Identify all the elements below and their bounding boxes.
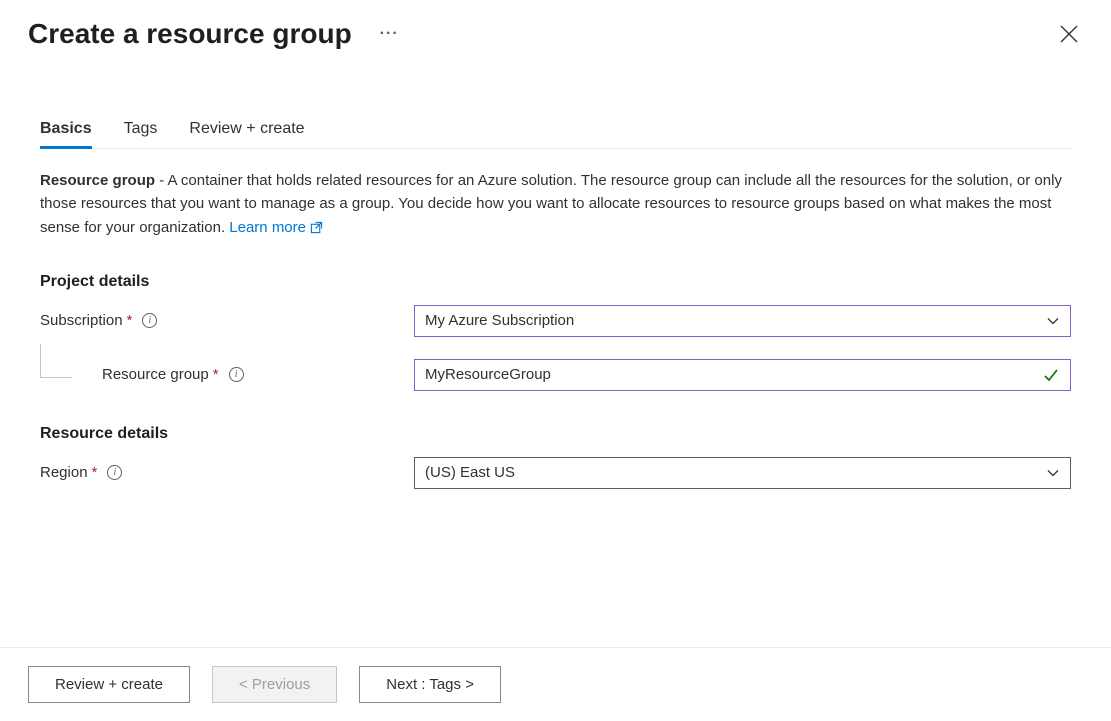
- resource-group-input[interactable]: MyResourceGroup: [414, 359, 1071, 391]
- required-indicator: *: [127, 312, 133, 329]
- footer: Review + create < Previous Next : Tags >: [0, 647, 1111, 721]
- description-lead: Resource group: [40, 172, 155, 189]
- resource-group-label: Resource group: [102, 366, 209, 383]
- checkmark-icon: [1042, 366, 1060, 384]
- tab-tags[interactable]: Tags: [124, 120, 158, 148]
- description-text: Resource group - A container that holds …: [40, 169, 1070, 239]
- description-body: - A container that holds related resourc…: [40, 172, 1062, 236]
- chevron-down-icon: [1046, 466, 1060, 480]
- region-label: Region: [40, 464, 88, 481]
- external-link-icon: [310, 221, 323, 234]
- subscription-value: My Azure Subscription: [425, 312, 574, 329]
- required-indicator: *: [92, 464, 98, 481]
- section-project-details: Project details: [40, 273, 1071, 291]
- close-icon: [1060, 25, 1078, 43]
- section-resource-details: Resource details: [40, 425, 1071, 443]
- review-create-button[interactable]: Review + create: [28, 666, 190, 703]
- resource-group-value: MyResourceGroup: [425, 366, 551, 383]
- info-icon[interactable]: i: [107, 465, 122, 480]
- subscription-select[interactable]: My Azure Subscription: [414, 305, 1071, 337]
- previous-button: < Previous: [212, 666, 337, 703]
- subscription-label: Subscription: [40, 312, 123, 329]
- region-select[interactable]: (US) East US: [414, 457, 1071, 489]
- required-indicator: *: [213, 366, 219, 383]
- indent-line: [40, 344, 72, 378]
- region-value: (US) East US: [425, 464, 515, 481]
- info-icon[interactable]: i: [142, 313, 157, 328]
- page-title: Create a resource group: [28, 18, 352, 50]
- info-icon[interactable]: i: [229, 367, 244, 382]
- next-button[interactable]: Next : Tags >: [359, 666, 501, 703]
- tab-basics[interactable]: Basics: [40, 120, 92, 148]
- learn-more-link[interactable]: Learn more: [229, 216, 323, 239]
- ellipsis-icon[interactable]: ···: [380, 25, 399, 43]
- tabs: Basics Tags Review + create: [40, 120, 1071, 149]
- close-button[interactable]: [1055, 20, 1083, 48]
- tab-review[interactable]: Review + create: [189, 120, 304, 148]
- chevron-down-icon: [1046, 314, 1060, 328]
